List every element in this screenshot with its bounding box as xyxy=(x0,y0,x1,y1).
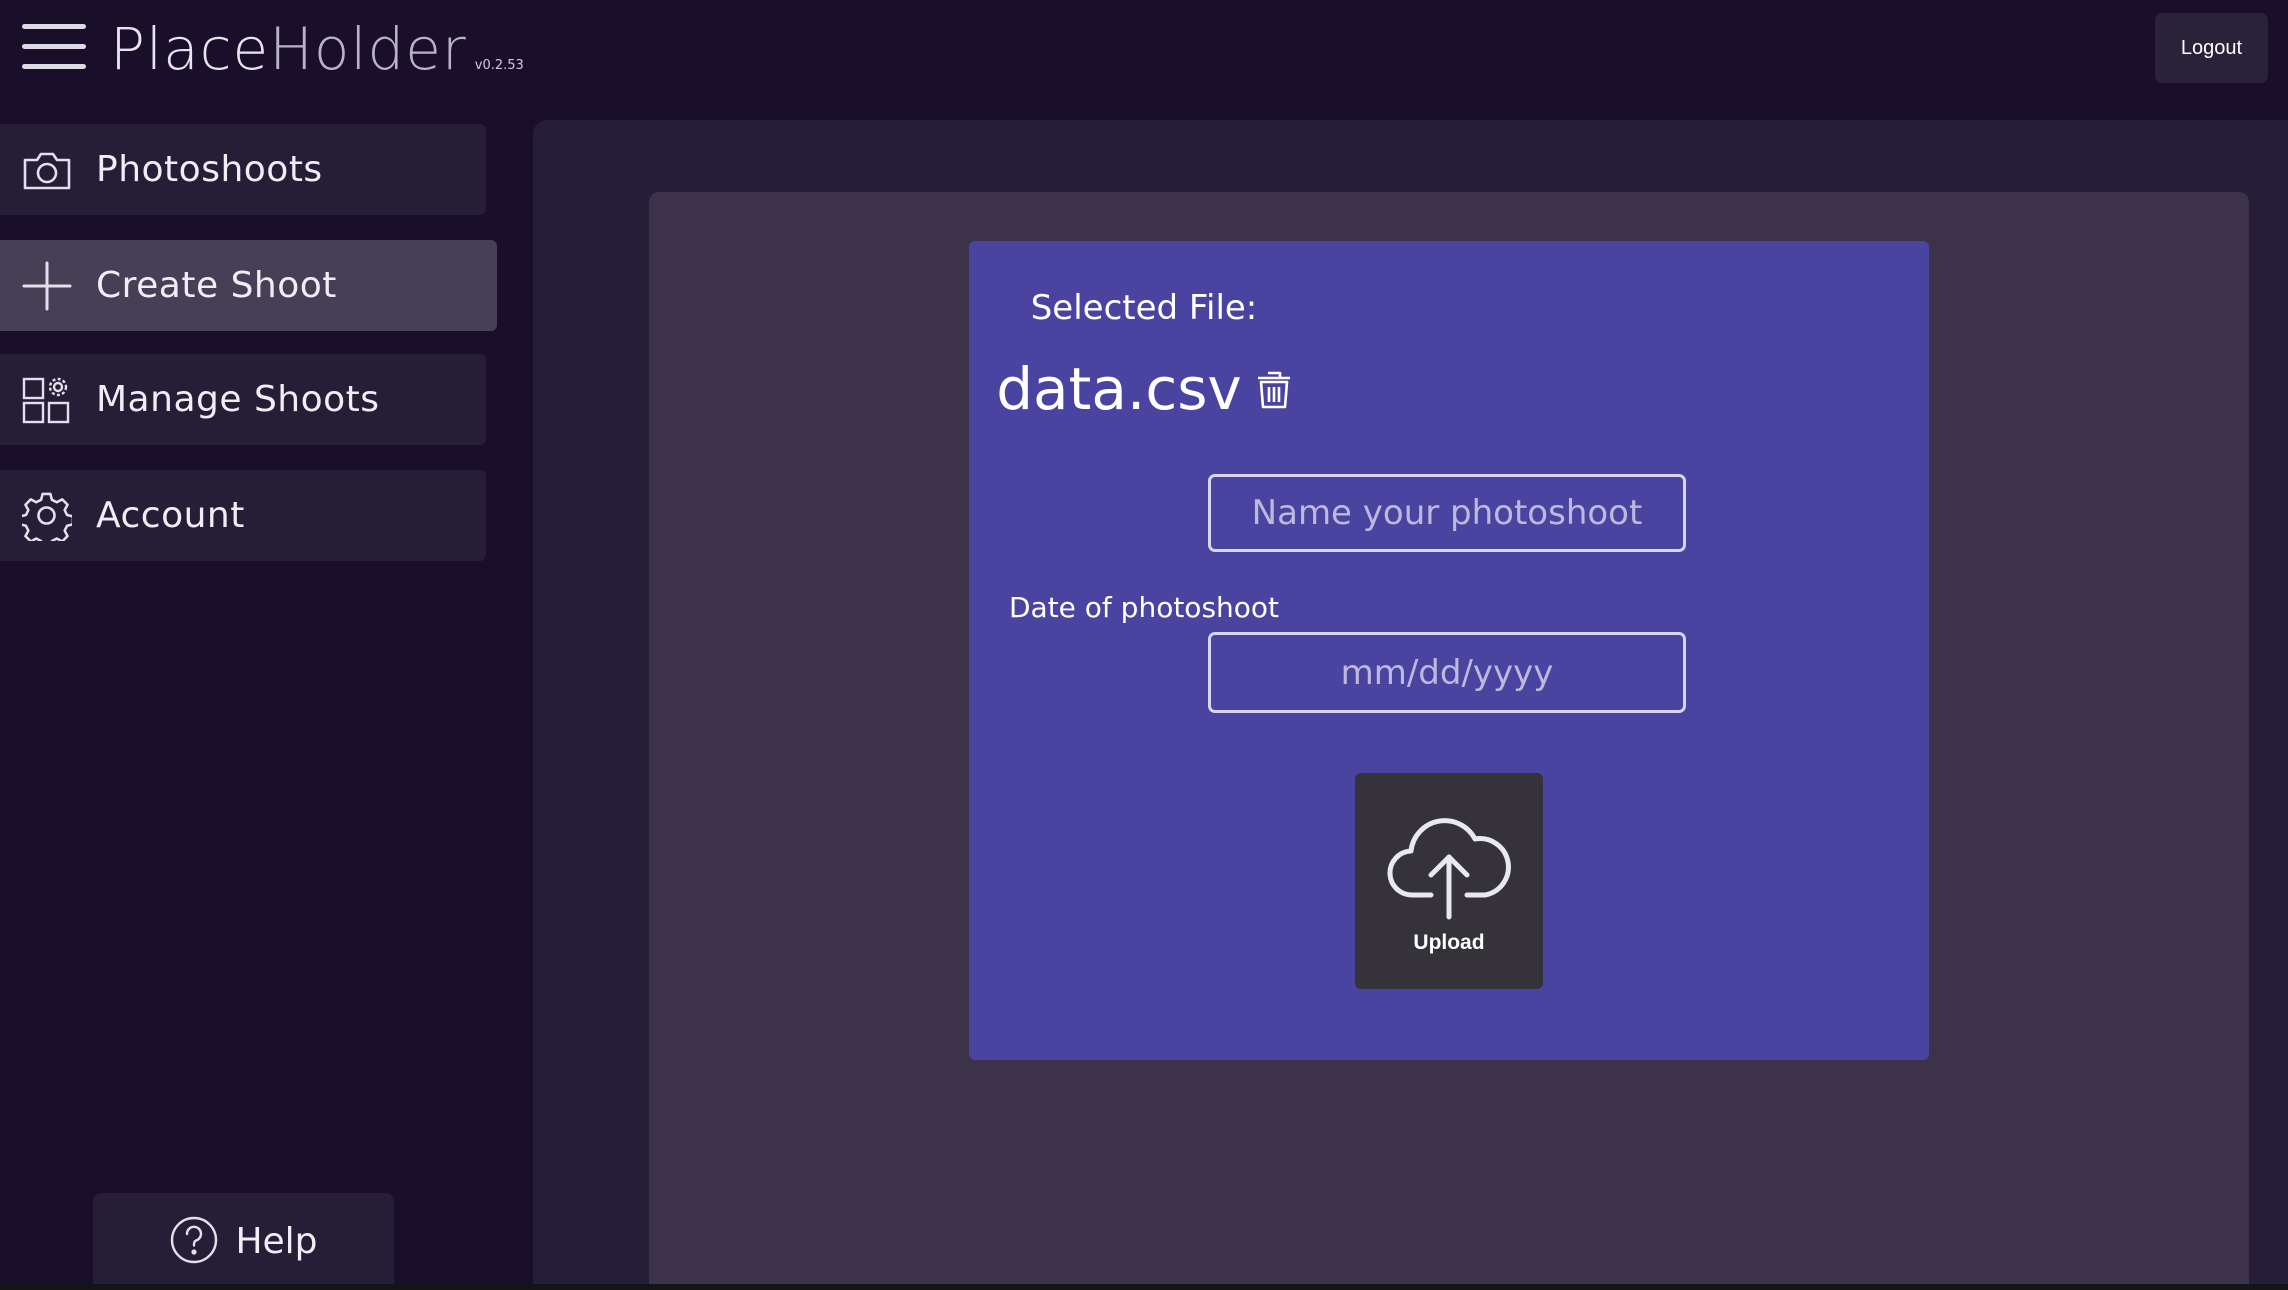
logout-button[interactable]: Logout xyxy=(2155,13,2268,83)
help-icon xyxy=(169,1215,219,1269)
date-label: Date of photoshoot xyxy=(1008,591,1280,624)
sidebar-item-account[interactable]: Account xyxy=(0,470,486,561)
selected-file-label: Selected File: xyxy=(1030,288,1258,328)
app-logo: PlaceHolder v0.2.53 xyxy=(110,14,524,84)
cloud-upload-icon xyxy=(1385,805,1513,921)
selected-file-row: data.csv xyxy=(0,355,2288,423)
menu-icon[interactable] xyxy=(22,22,86,72)
brand-name: PlaceHolder xyxy=(110,14,467,84)
photoshoot-date-input[interactable] xyxy=(1208,632,1686,713)
selected-file-name: data.csv xyxy=(996,355,1242,423)
brand-name-part1: Place xyxy=(110,15,270,83)
menu-icon-bar xyxy=(22,44,86,49)
bottom-edge xyxy=(0,1284,2288,1290)
photoshoot-name-input[interactable] xyxy=(1208,474,1686,552)
brand-name-part2: Holder xyxy=(269,15,467,83)
upload-button[interactable]: Upload xyxy=(1355,773,1543,989)
sidebar-item-photoshoots[interactable]: Photoshoots xyxy=(0,124,486,215)
help-label: Help xyxy=(235,1221,318,1262)
help-button[interactable]: Help xyxy=(93,1193,394,1290)
version-label: v0.2.53 xyxy=(474,58,524,73)
sidebar-item-label: Account xyxy=(96,495,245,536)
menu-icon-bar xyxy=(22,24,86,29)
gear-icon xyxy=(22,491,72,541)
menu-icon-bar xyxy=(22,64,86,69)
trash-icon[interactable] xyxy=(1256,369,1292,409)
upload-label: Upload xyxy=(1413,931,1485,954)
camera-icon xyxy=(22,145,72,195)
sidebar-item-label: Photoshoots xyxy=(96,149,323,190)
